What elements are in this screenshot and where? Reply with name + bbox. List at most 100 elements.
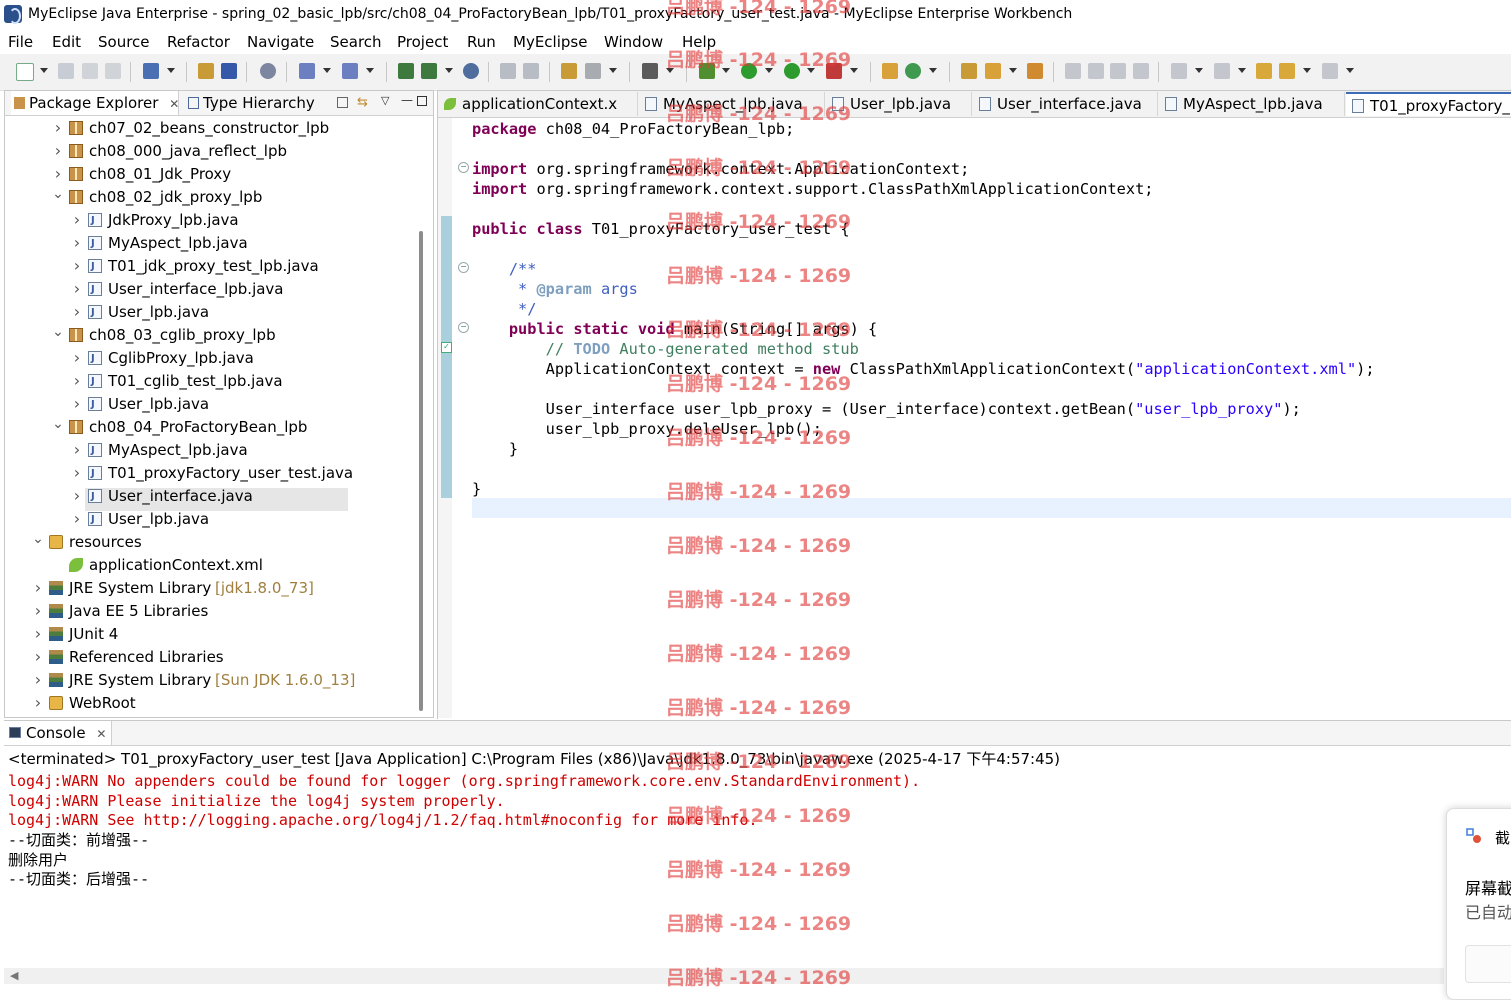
tree-item[interactable]: › JUnit 4 <box>5 623 410 645</box>
chevron-down-icon[interactable] <box>366 68 374 73</box>
back-icon[interactable] <box>1279 63 1295 79</box>
tree-item[interactable]: › T01_jdk_proxy_test_lpb.java <box>5 255 410 278</box>
tree-item[interactable]: › ch08_000_java_reflect_lpb <box>5 140 410 162</box>
tree-item[interactable]: › T01_proxyFactory_user_test.java <box>5 462 410 485</box>
open-task-icon[interactable] <box>1027 63 1043 79</box>
tab-console[interactable]: Console ✕ <box>4 721 112 745</box>
tree-item[interactable]: › User_interface.java <box>5 485 410 508</box>
tree-item[interactable]: › Java EE 5 Libraries <box>5 600 410 622</box>
chevron-right-icon[interactable]: › <box>51 140 65 162</box>
back-history-icon[interactable] <box>500 63 516 79</box>
chevron-down-icon[interactable] <box>609 68 617 73</box>
tomcat-icon[interactable] <box>398 63 414 79</box>
tree-item[interactable]: ⌄ ch08_02_jdk_proxy_lpb <box>5 186 410 208</box>
editor-tab-t01-proxyfactory[interactable]: T01_proxyFactory_u <box>1346 92 1511 116</box>
chevron-down-icon[interactable] <box>1009 68 1017 73</box>
chevron-right-icon[interactable]: › <box>70 209 84 231</box>
forward-icon[interactable] <box>1322 63 1338 79</box>
tree-item[interactable]: › User_lpb.java <box>5 301 410 324</box>
fold-icon[interactable]: − <box>458 322 469 333</box>
chevron-down-icon[interactable] <box>850 68 858 73</box>
chevron-right-icon[interactable]: › <box>70 232 84 254</box>
link-editor-icon[interactable]: ⇆ <box>357 95 368 110</box>
chevron-right-icon[interactable]: › <box>70 347 84 369</box>
tree-item[interactable]: ⌄ ch08_04_ProFactoryBean_lpb <box>5 416 410 438</box>
maximize-icon[interactable] <box>417 96 427 106</box>
task-marker-icon[interactable]: ✓ <box>441 342 452 353</box>
screenshot-notification[interactable]: 截 屏幕截 已自动 <box>1446 808 1511 1000</box>
chevron-down-icon[interactable]: ⌄ <box>31 531 45 553</box>
tree-item[interactable]: ⌄ ch08_03_cglib_proxy_lpb <box>5 324 410 346</box>
menu-refactor[interactable]: Refactor <box>167 33 230 51</box>
fold-icon[interactable]: − <box>458 162 469 173</box>
open-folder-icon[interactable] <box>961 63 977 79</box>
search-icon[interactable] <box>342 63 358 79</box>
menu-window[interactable]: Window <box>604 33 663 51</box>
minimize-icon[interactable]: — <box>401 93 413 107</box>
chevron-right-icon[interactable]: › <box>70 278 84 300</box>
chevron-down-icon[interactable] <box>167 68 175 73</box>
terminal-icon[interactable] <box>642 63 658 79</box>
chevron-right-icon[interactable]: › <box>51 163 65 185</box>
chevron-down-icon[interactable] <box>1195 68 1203 73</box>
chevron-right-icon[interactable]: › <box>70 462 84 484</box>
chevron-down-icon[interactable] <box>929 68 937 73</box>
fold-icon[interactable]: − <box>458 262 469 273</box>
new-project-icon[interactable] <box>143 63 159 79</box>
tree-item[interactable]: › JdkProxy_lpb.java <box>5 209 410 232</box>
chevron-down-icon[interactable]: ⌄ <box>51 186 65 208</box>
last-edit-icon[interactable] <box>1256 63 1272 79</box>
tree-item[interactable]: › User_lpb.java <box>5 508 410 531</box>
editor-tab-applicationcontext[interactable]: applicationContext.x <box>438 92 638 116</box>
tree-item[interactable]: › WebRoot <box>5 692 410 714</box>
service-icon[interactable] <box>585 63 601 79</box>
tree-item[interactable]: › ch07_02_beans_constructor_lpb <box>5 117 410 139</box>
chevron-right-icon[interactable]: › <box>31 692 45 714</box>
chevron-right-icon[interactable]: › <box>31 600 45 622</box>
menu-project[interactable]: Project <box>397 33 448 51</box>
tree-item[interactable]: › JRE System Library [jdk1.8.0_73] <box>5 577 410 599</box>
chevron-right-icon[interactable]: › <box>31 577 45 599</box>
close-icon[interactable]: ✕ <box>169 97 179 111</box>
server-run-icon[interactable] <box>421 63 437 79</box>
chevron-down-icon[interactable]: ⌄ <box>51 416 65 438</box>
notification-button[interactable] <box>1465 945 1511 983</box>
chevron-right-icon[interactable]: › <box>70 393 84 415</box>
globe-icon[interactable] <box>463 63 479 79</box>
tree-item[interactable]: › T01_cglib_test_lpb.java <box>5 370 410 393</box>
pencil-icon[interactable] <box>985 63 1001 79</box>
chevron-down-icon[interactable] <box>445 68 453 73</box>
chevron-down-icon[interactable] <box>323 68 331 73</box>
chevron-down-icon[interactable] <box>1238 68 1246 73</box>
chevron-down-icon[interactable]: ⌄ <box>51 324 65 346</box>
chevron-right-icon[interactable]: › <box>31 623 45 645</box>
new-icon[interactable] <box>16 63 34 81</box>
chevron-right-icon[interactable]: › <box>70 255 84 277</box>
menu-run[interactable]: Run <box>467 33 496 51</box>
open-type-icon[interactable] <box>299 63 315 79</box>
tree-item[interactable]: › MyAspect_lpb.java <box>5 232 410 255</box>
chevron-right-icon[interactable]: › <box>70 370 84 392</box>
prev-annotation-icon[interactable] <box>1214 63 1230 79</box>
close-icon[interactable]: ✕ <box>96 727 106 741</box>
editor-tab-myaspect-2[interactable]: MyAspect_lpb.java <box>1159 92 1345 116</box>
tree-item[interactable]: › User_interface_lpb.java <box>5 278 410 301</box>
annotation-icon[interactable] <box>1065 63 1081 79</box>
menu-file[interactable]: File <box>8 33 33 51</box>
chevron-right-icon[interactable]: › <box>70 301 84 323</box>
chevron-down-icon[interactable] <box>1303 68 1311 73</box>
tree-item[interactable]: › Referenced Libraries <box>5 646 410 668</box>
menu-search[interactable]: Search <box>330 33 382 51</box>
menu-edit[interactable]: Edit <box>52 33 81 51</box>
new-class-icon[interactable] <box>882 63 898 79</box>
tree-item[interactable]: › JRE System Library [Sun JDK 1.6.0_13] <box>5 669 410 691</box>
menu-source[interactable]: Source <box>98 33 150 51</box>
highlight-icon[interactable] <box>1088 63 1104 79</box>
tree-item[interactable]: › User_lpb.java <box>5 393 410 416</box>
deploy-icon[interactable] <box>198 63 214 79</box>
chevron-right-icon[interactable]: › <box>51 117 65 139</box>
chevron-right-icon[interactable]: › <box>31 646 45 668</box>
web-project-icon[interactable] <box>561 63 577 79</box>
tree-scrollbar[interactable] <box>419 231 423 711</box>
browser-icon[interactable] <box>260 63 276 79</box>
